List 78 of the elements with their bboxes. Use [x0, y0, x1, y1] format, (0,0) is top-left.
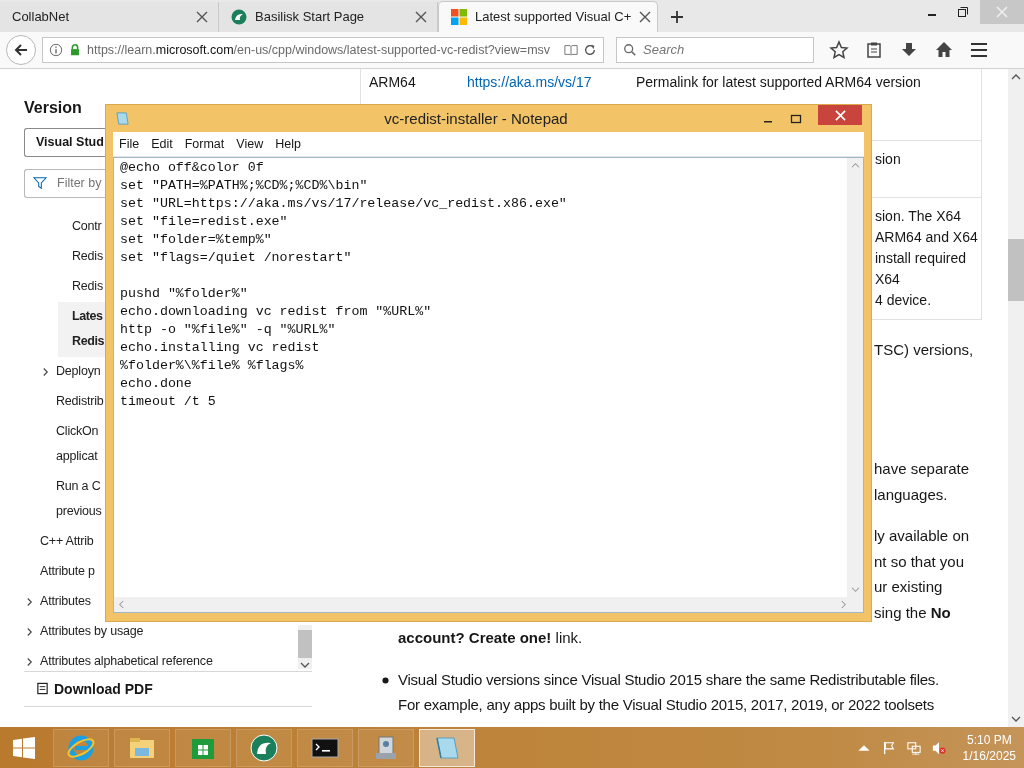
scrollbar[interactable]	[1008, 68, 1024, 728]
four-squares-logo-icon	[451, 8, 467, 25]
close-button[interactable]	[818, 105, 862, 125]
info-icon[interactable]	[49, 42, 63, 57]
nav-item[interactable]: Contr	[72, 214, 102, 240]
filter-icon	[33, 175, 47, 190]
nav-item[interactable]: Attributes	[40, 589, 91, 615]
back-button[interactable]	[6, 34, 36, 65]
search-field[interactable]: Search	[616, 36, 814, 63]
notepad-icon	[115, 111, 130, 126]
close-icon[interactable]	[196, 10, 208, 23]
menu-item[interactable]: File	[113, 137, 146, 151]
nav-item[interactable]: C++ Attrib	[40, 529, 94, 555]
scroll-down-icon[interactable]	[1011, 715, 1021, 724]
window-title: vc-redist-installer - Notepad	[384, 110, 568, 127]
maximize-icon[interactable]	[790, 112, 802, 125]
paragraph: account? Create one! link.	[398, 628, 583, 649]
reload-icon[interactable]	[583, 42, 597, 57]
table-cell: ARM64	[369, 73, 416, 90]
network-icon[interactable]	[906, 740, 921, 755]
windows-logo-icon[interactable]	[12, 735, 36, 760]
nav-item[interactable]: ClickOn applicat	[56, 419, 99, 470]
lock-icon	[68, 42, 82, 57]
url-field[interactable]: https://learn.microsoft.com/en-us/cpp/windows/latest-supported-vc-redist?view=msv	[87, 42, 559, 57]
speaker-muted-icon[interactable]	[931, 740, 946, 755]
nav-item[interactable]: Redis	[72, 244, 103, 270]
document-icon	[36, 682, 49, 696]
scroll-down-icon[interactable]	[300, 660, 310, 669]
menu-item[interactable]: Edit	[145, 137, 179, 151]
home-icon[interactable]	[934, 39, 954, 60]
chevron-icon[interactable]	[26, 626, 33, 637]
chevron-icon[interactable]	[42, 366, 49, 377]
scroll-thumb[interactable]	[1008, 238, 1024, 301]
restore-icon[interactable]	[957, 5, 969, 18]
nav-item[interactable]: Attributes by usage	[40, 619, 144, 645]
nav-item[interactable]: Lates Redis	[72, 304, 105, 355]
scroll-up-icon[interactable]	[1011, 72, 1021, 81]
nav-item[interactable]: Deployn	[56, 359, 101, 385]
chevron-icon[interactable]	[26, 596, 33, 607]
new-tab-icon[interactable]	[670, 9, 684, 24]
flag-icon[interactable]	[881, 740, 896, 755]
star-icon[interactable]	[829, 39, 849, 60]
bullet-text: Visual Studio versions since Visual Studio 2015 share the same Redistributable files. For example, any apps built by the Visual Studio 2015, 2017, 2019, or 2022 toolsets	[398, 670, 939, 716]
chevron-icon[interactable]	[26, 656, 33, 667]
table-cell-text: sion. The X64 ARM64 and X64 install required X64 4 device.	[875, 206, 978, 310]
table-cell-text: Permalink for latest supported ARM64 version	[636, 72, 921, 92]
search-icon	[623, 42, 637, 57]
download-pdf-link[interactable]: Download PDF	[24, 670, 312, 707]
table-cell-text: sion	[875, 149, 901, 169]
reader-view-icon[interactable]	[564, 42, 578, 57]
filter-field[interactable]: Filter by	[24, 168, 105, 198]
close-icon[interactable]	[415, 10, 427, 23]
scroll-thumb[interactable]	[298, 629, 312, 658]
permalink-link[interactable]: https://aka.ms/vs/17	[467, 73, 592, 90]
nav-item[interactable]: Attribute p	[40, 559, 95, 585]
scrollbar[interactable]	[298, 624, 312, 669]
address-bar[interactable]: https://learn.microsoft.com/en-us/cpp/windows/latest-supported-vc-redist?view=msv	[42, 36, 604, 63]
taskbar-app[interactable]	[297, 728, 353, 767]
back-arrow-icon[interactable]	[13, 41, 29, 58]
paragraph: ly available on nt so that you ur existing sing the No	[874, 526, 970, 623]
browser-tab[interactable]: Basilisk Start Page	[219, 1, 438, 32]
menu-item[interactable]: View	[230, 137, 270, 151]
nav-item[interactable]: Redistrib	[56, 389, 104, 415]
menu-item[interactable]: Format	[178, 137, 231, 151]
sidebar-heading: Version	[24, 98, 83, 117]
menu-item[interactable]: Help	[269, 137, 307, 151]
nav-item[interactable]: Redis	[72, 274, 103, 300]
paragraph: TSC) versions,	[874, 339, 974, 360]
taskbar-app[interactable]	[236, 728, 292, 767]
browser-tab[interactable]: CollabNet	[0, 1, 219, 32]
paragraph: have separate languages.	[874, 459, 970, 505]
taskbar-app[interactable]	[175, 728, 231, 767]
close-icon[interactable]	[639, 10, 652, 23]
browser-tab[interactable]: Latest supported Visual C+	[438, 0, 658, 32]
swirl-icon	[231, 8, 247, 25]
swirl-icon[interactable]	[249, 732, 279, 763]
nav-item[interactable]: Run a C previous	[56, 474, 102, 525]
bullet-icon	[382, 677, 389, 685]
